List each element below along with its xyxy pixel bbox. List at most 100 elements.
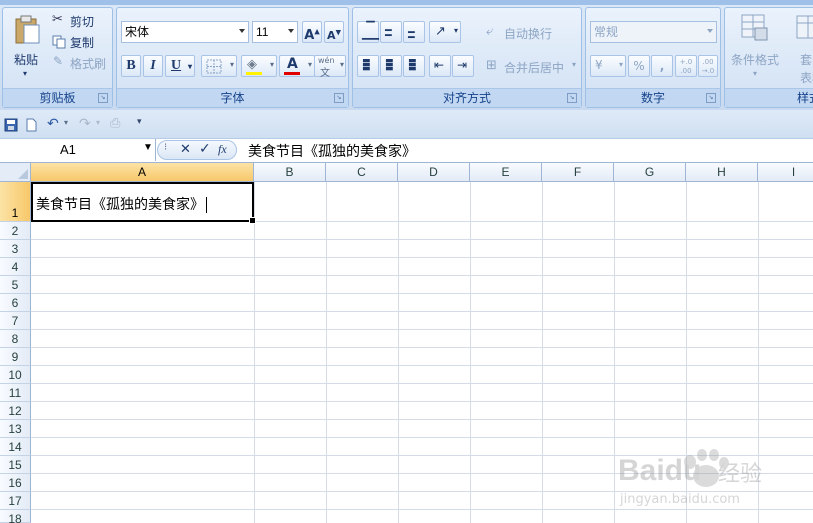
cut-label: 剪切 (70, 15, 95, 29)
align-right-button[interactable]: ▬ ▬ ▬ (403, 55, 425, 77)
active-cell-a1[interactable]: 美食节目《孤独的美食家》 (31, 182, 256, 224)
wrap-text-button[interactable]: ⤶ 自动换行 (483, 21, 579, 43)
ribbon: 粘贴 ▾ ✂ 剪切 复制 ✎ 格式刷 剪贴板 ↘ 宋体 11 A▲ A▼ B I… (0, 0, 813, 111)
decrease-decimal-button[interactable]: .00 →.0 (698, 55, 718, 77)
cut-button[interactable]: ✂ 剪切 (49, 11, 111, 29)
row-header-12[interactable]: 12 (0, 402, 31, 420)
fill-color-button[interactable]: ◈ ▾ (241, 55, 277, 77)
row-header-3[interactable]: 3 (0, 240, 31, 258)
table-format-button[interactable]: 套 表格格 (787, 10, 813, 86)
row-header-1[interactable]: 1 (0, 182, 31, 222)
font-group: 宋体 11 A▲ A▼ B I U ▾ ▾ ◈ ▾ A ▾ wén 文 ▾ 字体… (116, 7, 349, 108)
align-top-button[interactable]: ▔ ▁▁ (357, 21, 379, 43)
paste-button[interactable]: 粘贴 ▾ (7, 10, 45, 88)
chevron-down-icon: ▼ (143, 142, 153, 153)
conditional-format-button[interactable]: 条件格式 ▾ (727, 10, 783, 86)
clipboard-group-label: 剪贴板 (3, 88, 112, 107)
borders-button[interactable]: ▾ (201, 55, 237, 77)
align-center-button[interactable]: ▬ ▬ ▬ (380, 55, 402, 77)
currency-button[interactable]: ¥ ▾ (590, 55, 626, 77)
comma-button[interactable]: , (651, 55, 673, 77)
row-header-6[interactable]: 6 (0, 294, 31, 312)
column-header-g[interactable]: G (614, 163, 686, 182)
column-header-b[interactable]: B (254, 163, 326, 182)
gridline (614, 182, 615, 523)
undo-button[interactable]: ↶ ▾ (45, 116, 73, 132)
column-header-e[interactable]: E (470, 163, 542, 182)
dialog-launcher-icon[interactable]: ↘ (334, 93, 344, 103)
font-group-label: 字体 (117, 88, 348, 107)
gridline (31, 257, 813, 258)
redo-button[interactable]: ↷ ▾ (77, 116, 105, 132)
dialog-launcher-icon[interactable]: ↘ (567, 93, 577, 103)
row-header-13[interactable]: 13 (0, 420, 31, 438)
dialog-launcher-icon[interactable]: ↘ (98, 93, 108, 103)
shrink-font-icon: A▼ (327, 28, 341, 42)
confirm-entry-button[interactable]: ✓ (199, 141, 211, 157)
column-header-c[interactable]: C (326, 163, 398, 182)
number-format-combo[interactable]: 常规 (590, 21, 717, 43)
bold-button[interactable]: B (121, 55, 141, 77)
grow-font-button[interactable]: A▲ (302, 21, 322, 43)
increase-indent-button[interactable]: ⇥ (452, 55, 474, 77)
copy-icon (52, 35, 66, 49)
orientation-button[interactable]: ↗ ▾ (429, 21, 461, 43)
font-size-combo[interactable]: 11 (252, 21, 298, 43)
column-header-d[interactable]: D (398, 163, 470, 182)
formula-bar: A1 ▼ ⁝ ✕ ✓ fx 美食节目《孤独的美食家》 (0, 139, 813, 163)
align-left-button[interactable]: ▬ ▬ ▬ (357, 55, 379, 77)
row-header-16[interactable]: 16 (0, 474, 31, 492)
column-header-f[interactable]: F (542, 163, 614, 182)
insert-function-button[interactable]: fx (218, 142, 227, 157)
print-preview-button[interactable]: ⎙ (108, 116, 132, 132)
font-color-button[interactable]: A ▾ (279, 55, 315, 77)
row-header-8[interactable]: 8 (0, 330, 31, 348)
select-all-corner[interactable] (0, 163, 31, 182)
row-header-4[interactable]: 4 (0, 258, 31, 276)
row-header-2[interactable]: 2 (0, 222, 31, 240)
column-header-a[interactable]: A (31, 163, 254, 182)
customize-qat-button[interactable]: ▾ (134, 116, 148, 132)
row-header-15[interactable]: 15 (0, 456, 31, 474)
format-painter-button[interactable]: ✎ 格式刷 (49, 53, 111, 71)
dialog-launcher-icon[interactable]: ↘ (706, 93, 716, 103)
row-header-10[interactable]: 10 (0, 366, 31, 384)
chevron-down-icon: ▾ (339, 60, 344, 69)
column-header-h[interactable]: H (686, 163, 758, 182)
font-name-combo[interactable]: 宋体 (121, 21, 249, 43)
watermark-url: jingyan.baidu.com (620, 492, 740, 507)
chevron-down-icon: ▾ (64, 118, 69, 127)
cancel-entry-button[interactable]: ✕ (180, 142, 191, 157)
font-color-swatch (284, 72, 300, 75)
merge-center-button[interactable]: ⊞ 合并后居中 ▾ (483, 55, 579, 77)
align-bottom-button[interactable]: ━ ━ (403, 21, 425, 43)
increase-decimal-button[interactable]: +.0 .00 (675, 55, 697, 77)
chevron-down-icon: ▾ (96, 118, 101, 127)
row-header-9[interactable]: 9 (0, 348, 31, 366)
align-middle-button[interactable]: ━ ━ (380, 21, 402, 43)
chevron-down-icon: ▾ (571, 60, 576, 69)
percent-button[interactable]: % (628, 55, 650, 77)
chevron-down-icon: ▾ (453, 26, 458, 35)
new-document-button[interactable] (23, 117, 39, 133)
cell-a1-value: 美食节目《孤独的美食家》 (36, 197, 204, 213)
gridline (398, 182, 399, 523)
save-button[interactable] (3, 117, 19, 133)
fill-handle[interactable] (249, 217, 256, 224)
row-header-11[interactable]: 11 (0, 384, 31, 402)
row-header-5[interactable]: 5 (0, 276, 31, 294)
row-header-17[interactable]: 17 (0, 492, 31, 510)
underline-button[interactable]: U ▾ (165, 55, 195, 77)
row-header-18[interactable]: 18 (0, 510, 31, 523)
formula-input[interactable]: 美食节目《孤独的美食家》 (248, 141, 416, 161)
row-header-7[interactable]: 7 (0, 312, 31, 330)
copy-button[interactable]: 复制 (49, 32, 111, 50)
format-painter-label: 格式刷 (70, 57, 107, 71)
phonetic-guide-button[interactable]: wén 文 ▾ (314, 55, 346, 79)
decrease-indent-button[interactable]: ⇤ (429, 55, 451, 77)
shrink-font-button[interactable]: A▼ (324, 21, 344, 43)
italic-button[interactable]: I (143, 55, 163, 77)
row-header-14[interactable]: 14 (0, 438, 31, 456)
name-box[interactable]: A1 ▼ (0, 139, 156, 161)
column-header-i[interactable]: I (758, 163, 813, 182)
